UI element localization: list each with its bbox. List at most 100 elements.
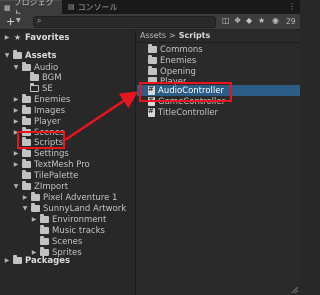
favorite-star-icon[interactable]: ★	[258, 16, 265, 25]
collapse-arrow-icon[interactable]: ▼	[4, 52, 10, 59]
resize-grip-icon[interactable]	[292, 287, 298, 293]
tab-bar: ▦ プロジェクト ▤ コンソール ⋮	[0, 0, 300, 18]
tree-item-sunnyland-artwork[interactable]: ▼ SunnyLand Artwork	[22, 203, 126, 214]
collapse-arrow-icon[interactable]: ▼	[13, 183, 19, 190]
folder-icon	[22, 105, 31, 114]
tree-item-label: Images	[34, 105, 66, 116]
tree-item-assets[interactable]: ▼ Assets	[4, 50, 57, 61]
console-icon: ▤	[68, 3, 75, 11]
tree-item-player[interactable]: ▶ Player	[13, 116, 60, 127]
breadcrumb-scripts[interactable]: Scripts	[179, 31, 211, 40]
expand-arrow-icon[interactable]: ▶	[22, 194, 28, 201]
folder-icon	[13, 255, 22, 264]
expand-arrow-icon[interactable]: ▶	[31, 216, 37, 223]
list-item-label: Opening	[160, 66, 196, 77]
tree-item-label: TilePalette	[34, 170, 79, 181]
folder-icon	[22, 116, 31, 125]
tree-item-pixel-adventure[interactable]: ▶ Pixel Adventure 1	[22, 192, 117, 203]
expand-arrow-icon[interactable]: ▶	[13, 161, 19, 168]
tree-item-enemies[interactable]: ▶ Enemies	[13, 94, 70, 105]
tab-project[interactable]: ▦ プロジェクト	[0, 0, 62, 18]
tree-item-label: Audio	[34, 62, 59, 73]
label-filter-icon[interactable]: ◆	[246, 16, 252, 25]
search-icon: ⌕	[37, 16, 42, 25]
highlight-box-scripts-folder	[17, 131, 65, 149]
collapse-arrow-icon[interactable]: ▼	[13, 64, 19, 71]
expand-arrow-icon[interactable]: ▶	[4, 257, 10, 264]
search-field[interactable]: ⌕	[33, 16, 216, 28]
folder-icon	[22, 170, 31, 179]
hidden-count: 29	[286, 17, 296, 26]
folder-icon	[148, 44, 157, 53]
folder-icon	[22, 148, 31, 157]
folder-contents-panel: Assets > Scripts Commons Enemies Opening P…	[137, 30, 300, 295]
folder-icon	[40, 225, 49, 234]
expand-arrow-icon[interactable]: ▶	[13, 107, 19, 114]
type-filter-icon[interactable]: ❖	[234, 16, 241, 25]
folder-icon	[40, 214, 49, 223]
tree-item-label: Player	[34, 116, 61, 127]
folder-icon	[31, 203, 40, 212]
list-item-opening[interactable]: Opening	[148, 66, 196, 77]
assets-label: Assets	[25, 50, 57, 61]
csharp-script-icon	[148, 107, 155, 117]
list-item-enemies[interactable]: Enemies	[148, 55, 196, 66]
list-item-label: Enemies	[160, 55, 197, 66]
tree-item-label: Settings	[34, 148, 69, 159]
highlight-box-audiocontroller	[139, 82, 232, 102]
breadcrumb-assets[interactable]: Assets	[140, 31, 166, 40]
folder-tree-panel: ▶ ★ Favorites ▼ Assets ▼ Audio BGM SE ▶ …	[0, 30, 136, 295]
expand-arrow-icon[interactable]: ▶	[4, 34, 10, 41]
folder-icon	[148, 55, 157, 64]
tree-item-label: Music tracks	[52, 225, 105, 236]
empty-folder-icon	[30, 83, 39, 92]
tree-item-textmesh-pro[interactable]: ▶ TextMesh Pro	[13, 159, 90, 170]
collapse-arrow-icon[interactable]: ▼	[22, 205, 28, 212]
tree-item-label: Enemies	[34, 94, 71, 105]
folder-icon	[40, 236, 49, 245]
tree-item-images[interactable]: ▶ Images	[13, 105, 65, 116]
tree-item-label: Environment	[52, 214, 107, 225]
more-options-icon[interactable]: ⋮	[288, 2, 296, 11]
tree-item-bgm[interactable]: BGM	[30, 72, 62, 83]
scene-search-icon[interactable]: ◫	[222, 16, 230, 25]
folder-icon	[22, 159, 31, 168]
folder-icon	[22, 94, 31, 103]
expand-arrow-icon[interactable]: ▶	[13, 118, 19, 125]
list-item-label: TitleController	[158, 107, 219, 118]
tab-console[interactable]: ▤ コンソール	[64, 0, 124, 14]
expand-arrow-icon[interactable]: ▶	[13, 96, 19, 103]
expand-arrow-icon[interactable]: ▶	[13, 150, 19, 157]
tree-item-label: Pixel Adventure 1	[43, 192, 118, 203]
list-item-label: Commons	[160, 44, 203, 55]
folder-icon	[22, 62, 31, 71]
tree-item-zimport[interactable]: ▼ ZImport	[13, 181, 68, 192]
tree-item-environment[interactable]: ▶ Environment	[31, 214, 106, 225]
tree-item-label: ZImport	[34, 181, 69, 192]
divider	[137, 42, 300, 43]
search-input[interactable]	[48, 17, 213, 27]
tab-console-label: コンソール	[77, 2, 118, 12]
breadcrumb: Assets > Scripts	[140, 31, 210, 40]
chevron-down-icon[interactable]: ▼	[16, 17, 21, 24]
favorites-label: Favorites	[25, 32, 70, 43]
tree-item-label: SE	[42, 83, 53, 94]
folder-icon: ▦	[4, 3, 11, 12]
tree-item-favorites[interactable]: ▶ ★ Favorites	[4, 32, 70, 43]
folder-icon	[148, 66, 157, 75]
tree-item-scenes-2[interactable]: Scenes	[40, 236, 82, 247]
tree-item-label: SunnyLand Artwork	[43, 203, 127, 214]
folder-icon	[22, 181, 31, 190]
folder-icon	[30, 72, 39, 81]
packages-label: Packages	[25, 255, 71, 266]
tree-item-se[interactable]: SE	[30, 83, 53, 94]
tree-item-music-tracks[interactable]: Music tracks	[40, 225, 105, 236]
tree-item-settings[interactable]: ▶ Settings	[13, 148, 69, 159]
add-asset-button[interactable]: +	[6, 15, 15, 28]
star-icon: ★	[13, 33, 22, 42]
hidden-packages-icon[interactable]: ◉	[272, 16, 279, 25]
list-item-commons[interactable]: Commons	[148, 44, 203, 55]
list-item-titlecontroller[interactable]: TitleController	[148, 107, 218, 118]
tree-item-packages[interactable]: ▶ Packages	[4, 255, 70, 266]
tree-item-tilepalette[interactable]: TilePalette	[22, 170, 78, 181]
